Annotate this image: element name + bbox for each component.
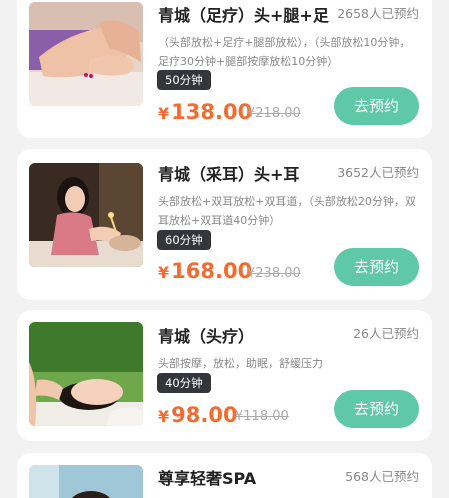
- duration-badge: 50分钟: [157, 70, 211, 90]
- book-button[interactable]: 去预约: [334, 248, 419, 286]
- service-image-spa[interactable]: [29, 465, 143, 498]
- service-title: 青城（采耳）头+耳: [158, 165, 300, 184]
- book-button[interactable]: 去预约: [334, 390, 419, 428]
- original-price: ¥218.00: [247, 106, 301, 121]
- currency-symbol: ¥: [158, 104, 170, 123]
- booking-count: 26人已预约: [353, 326, 419, 341]
- service-title: 青城（头疗）: [158, 327, 255, 346]
- service-image-foot-massage[interactable]: [29, 2, 143, 106]
- price-value: 138.00: [171, 100, 253, 124]
- service-title: 尊享轻奢SPA: [158, 469, 257, 488]
- service-description: 头部放松+双耳放松+双耳道，（头部放松20分钟，双耳放松+双耳道40分钟）: [158, 195, 416, 227]
- price: ¥168.00: [158, 257, 252, 287]
- service-title: 青城（足疗）头+腿+足: [158, 6, 329, 25]
- price-value: 168.00: [171, 259, 253, 283]
- price-value: 98.00: [171, 403, 238, 427]
- booking-count: 2658人已预约: [337, 6, 419, 21]
- service-card[interactable]: 青城（采耳）头+耳 3652人已预约 头部放松+双耳放松+双耳道，（头部放松20…: [17, 149, 432, 300]
- service-card[interactable]: 青城（足疗）头+腿+足 2658人已预约 （头部放松+足疗+腿部放松），（头部放…: [17, 0, 432, 138]
- duration-badge: 40分钟: [157, 373, 211, 393]
- booking-count: 568人已预约: [345, 469, 419, 484]
- service-description: 头部按摩，放松，助眠，舒缓压力: [158, 357, 323, 370]
- price: ¥98.00: [158, 401, 238, 431]
- price: ¥138.00: [158, 98, 252, 128]
- booking-count: 3652人已预约: [337, 165, 419, 180]
- service-card[interactable]: 尊享轻奢SPA 568人已预约: [17, 453, 432, 498]
- original-price: ¥118.00: [235, 409, 289, 424]
- duration-badge: 60分钟: [157, 230, 211, 250]
- service-image-head-therapy[interactable]: [29, 322, 143, 426]
- service-image-ear-cleaning[interactable]: [29, 163, 143, 267]
- original-price: ¥238.00: [247, 266, 301, 281]
- currency-symbol: ¥: [158, 407, 170, 426]
- currency-symbol: ¥: [158, 263, 170, 282]
- service-description: （头部放松+足疗+腿部放松），（头部放松10分钟，足疗30分钟+腿部按摩放松10…: [158, 36, 411, 68]
- book-button[interactable]: 去预约: [334, 87, 419, 125]
- service-card[interactable]: 青城（头疗） 26人已预约 头部按摩，放松，助眠，舒缓压力 40分钟 ¥98.0…: [17, 310, 432, 441]
